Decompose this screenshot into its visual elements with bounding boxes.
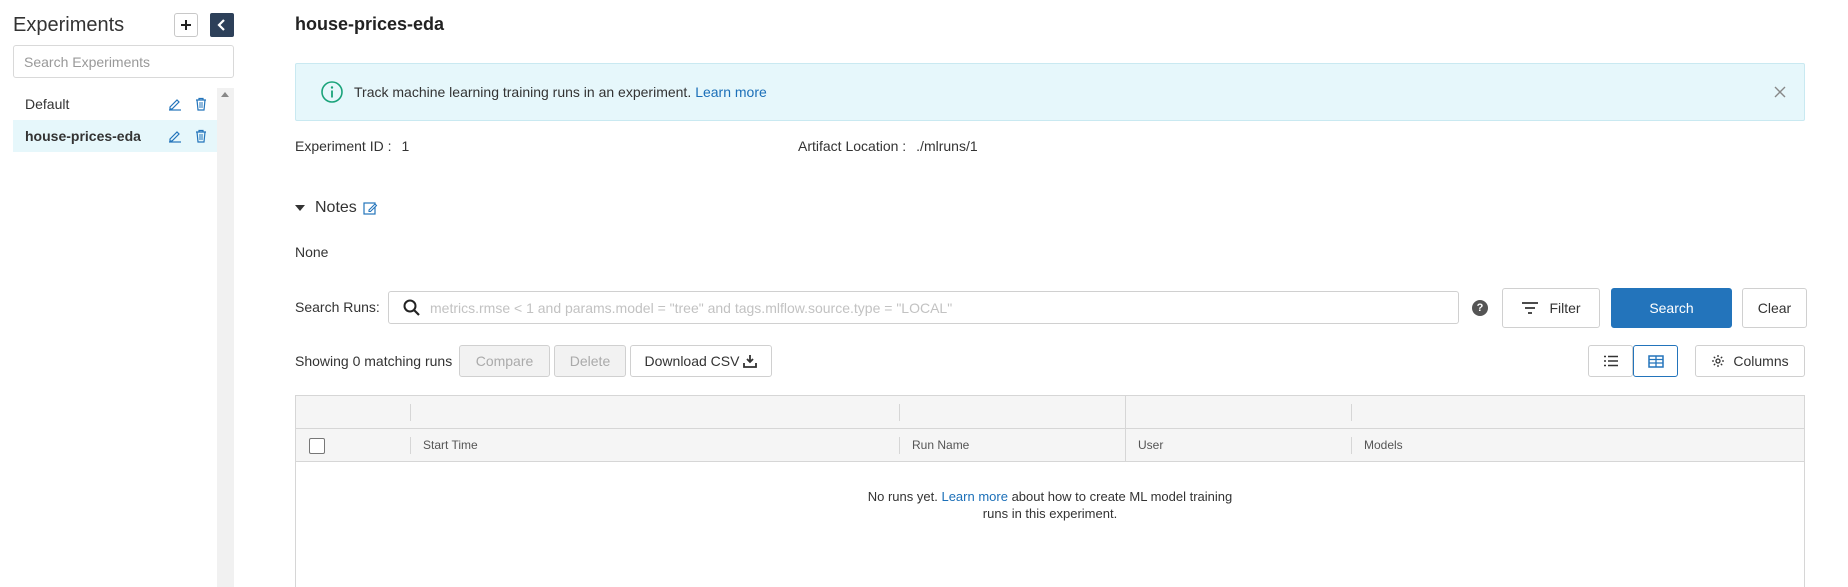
sidebar-title: Experiments bbox=[13, 14, 125, 36]
banner-learn-more-link[interactable]: Learn more bbox=[695, 84, 767, 100]
search-button[interactable]: Search bbox=[1611, 288, 1732, 328]
trash-icon[interactable] bbox=[193, 96, 209, 112]
columns-button-label: Columns bbox=[1733, 353, 1789, 369]
filter-icon bbox=[1522, 302, 1539, 314]
column-separator bbox=[899, 437, 900, 454]
chevron-left-icon bbox=[217, 19, 225, 31]
compare-button[interactable]: Compare bbox=[459, 345, 550, 377]
collapse-sidebar-button[interactable] bbox=[210, 13, 234, 37]
empty-learn-more-link[interactable]: Learn more bbox=[941, 489, 1007, 504]
add-experiment-button[interactable] bbox=[174, 13, 198, 37]
trash-icon[interactable] bbox=[193, 128, 209, 144]
matching-runs-count: Showing 0 matching runs bbox=[295, 353, 453, 369]
column-separator bbox=[410, 437, 411, 454]
experiment-item-label: Default bbox=[25, 96, 70, 112]
column-group-separator bbox=[1125, 396, 1126, 429]
experiment-id-label: Experiment ID : bbox=[295, 138, 392, 154]
empty-message-line-1: No runs yet. Learn more about how to cre… bbox=[296, 488, 1804, 505]
column-separator bbox=[899, 404, 900, 421]
column-separator bbox=[410, 404, 411, 421]
clear-button[interactable]: Clear bbox=[1742, 288, 1807, 328]
main-content: house-prices-eda Track machine learning … bbox=[295, 0, 1807, 587]
close-icon[interactable] bbox=[1770, 82, 1790, 102]
edit-icon[interactable] bbox=[167, 96, 183, 112]
plus-icon bbox=[181, 20, 191, 30]
help-icon[interactable]: ? bbox=[1472, 300, 1488, 316]
runs-table: Start Time Run Name User Models No runs … bbox=[295, 395, 1805, 587]
table-group-header bbox=[296, 396, 1804, 429]
sidebar: Experiments Default house-prices-eda bbox=[0, 0, 240, 587]
column-group-separator bbox=[1125, 429, 1126, 462]
empty-message-line-2: runs in this experiment. bbox=[982, 506, 1118, 521]
header-run-name[interactable]: Run Name bbox=[912, 438, 969, 452]
info-icon bbox=[320, 80, 344, 104]
columns-button[interactable]: Columns bbox=[1695, 345, 1805, 377]
experiment-item-house-prices-eda[interactable]: house-prices-eda bbox=[13, 120, 217, 152]
banner-text: Track machine learning training runs in … bbox=[354, 84, 692, 100]
info-banner: Track machine learning training runs in … bbox=[295, 63, 1805, 121]
notes-content: None bbox=[295, 244, 329, 260]
search-runs-label: Search Runs: bbox=[295, 299, 380, 315]
search-runs-input[interactable] bbox=[430, 299, 1458, 316]
gear-icon bbox=[1712, 355, 1725, 367]
artifact-location-label: Artifact Location : bbox=[798, 138, 907, 154]
empty-table-message: No runs yet. Learn more about how to cre… bbox=[296, 488, 1804, 522]
empty-suffix: about how to create ML model training bbox=[1011, 489, 1233, 504]
list-view-button[interactable] bbox=[1588, 345, 1633, 377]
search-icon bbox=[403, 299, 420, 316]
caret-down-icon bbox=[295, 205, 305, 211]
notes-label: Notes bbox=[315, 199, 357, 216]
filter-button[interactable]: Filter bbox=[1502, 288, 1600, 328]
edit-notes-icon[interactable] bbox=[363, 201, 378, 216]
experiment-item-label: house-prices-eda bbox=[25, 128, 141, 144]
notes-toggle[interactable]: Notes bbox=[295, 199, 378, 217]
search-runs-box[interactable] bbox=[388, 291, 1459, 324]
experiment-id-value: 1 bbox=[401, 138, 410, 154]
artifact-location-value: ./mlruns/1 bbox=[916, 138, 978, 154]
select-all-checkbox[interactable] bbox=[309, 438, 325, 454]
artifact-location: Artifact Location : ./mlruns/1 bbox=[798, 138, 978, 154]
page-title: house-prices-eda bbox=[295, 14, 445, 34]
header-models[interactable]: Models bbox=[1364, 438, 1403, 452]
column-separator bbox=[1351, 437, 1352, 454]
download-csv-button[interactable]: Download CSV bbox=[630, 345, 772, 377]
table-view-icon bbox=[1647, 354, 1664, 368]
experiment-id: Experiment ID : 1 bbox=[295, 138, 409, 154]
table-header-row: Start Time Run Name User Models bbox=[296, 429, 1804, 462]
download-icon bbox=[743, 355, 758, 368]
download-csv-label: Download CSV bbox=[644, 353, 740, 369]
filter-button-label: Filter bbox=[1549, 300, 1581, 316]
experiment-list: Default house-prices-eda bbox=[13, 88, 217, 587]
table-view-button[interactable] bbox=[1633, 345, 1678, 377]
header-start-time[interactable]: Start Time bbox=[423, 438, 478, 452]
empty-prefix: No runs yet. bbox=[867, 489, 938, 504]
scroll-up-arrow-icon[interactable] bbox=[221, 92, 229, 97]
delete-button[interactable]: Delete bbox=[554, 345, 626, 377]
sidebar-scrollbar[interactable] bbox=[217, 88, 234, 587]
experiment-item-default[interactable]: Default bbox=[13, 88, 217, 120]
list-view-icon bbox=[1603, 355, 1618, 367]
edit-icon[interactable] bbox=[167, 128, 183, 144]
search-experiments-input[interactable] bbox=[13, 45, 234, 78]
column-separator bbox=[1351, 404, 1352, 421]
header-user[interactable]: User bbox=[1138, 438, 1163, 452]
